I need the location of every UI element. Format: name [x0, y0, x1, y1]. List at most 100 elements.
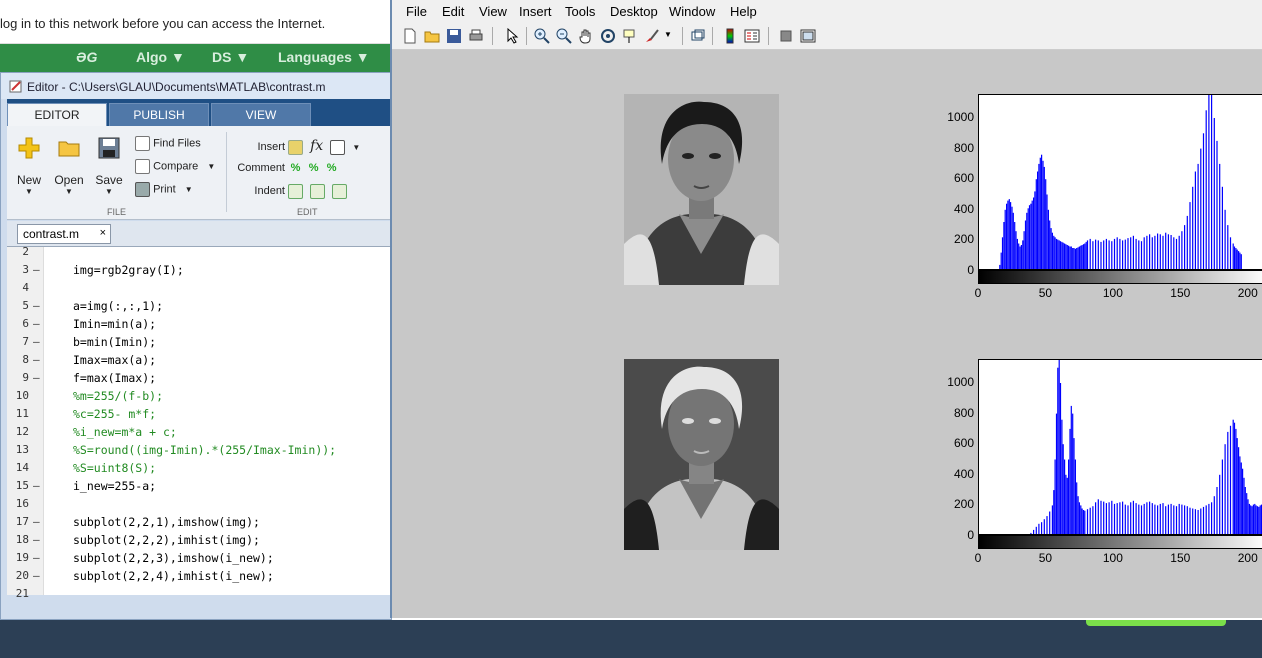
code-line[interactable]: subplot(2,2,3),imshow(i_new); — [73, 551, 274, 565]
histogram-bar — [1004, 209, 1006, 269]
zoom-out-icon[interactable] — [556, 28, 572, 44]
save-button[interactable]: Save ▼ — [89, 136, 129, 196]
code-comment-line[interactable]: %S=uint8(S); — [73, 461, 156, 475]
menu-desktop[interactable]: Desktop — [610, 4, 658, 19]
uncomment-icon[interactable]: % — [306, 161, 321, 176]
new-button[interactable]: New ▼ — [9, 136, 49, 196]
code-line[interactable]: i_new=255-a; — [73, 479, 156, 493]
zoom-in-icon[interactable] — [534, 28, 550, 44]
insert-fi-icon[interactable] — [330, 139, 346, 155]
comment-icon[interactable]: % — [288, 161, 303, 176]
link-icon[interactable] — [690, 28, 706, 44]
breakpoint-marker[interactable]: – — [33, 263, 40, 276]
increase-indent-icon[interactable] — [310, 184, 326, 199]
nav-item-ds[interactable]: DS ▼ — [212, 49, 249, 65]
breakpoint-marker[interactable]: – — [33, 371, 40, 384]
histogram-bar — [1100, 500, 1102, 534]
comment-button[interactable]: Comment % % % — [235, 161, 339, 176]
menu-view[interactable]: View — [479, 4, 507, 19]
insert-button[interactable]: Insert fx ▼ — [235, 138, 360, 155]
colorbar-icon[interactable] — [722, 28, 738, 44]
histogram-bar — [1219, 474, 1221, 534]
breakpoint-marker[interactable]: – — [33, 353, 40, 366]
new-figure-icon[interactable] — [402, 28, 418, 44]
breakpoint-marker[interactable]: – — [33, 479, 40, 492]
menu-file[interactable]: File — [406, 4, 427, 19]
code-comment-line[interactable]: %c=255- m*f; — [73, 407, 156, 421]
histogram-bar — [1213, 496, 1215, 534]
histogram-bar — [1068, 459, 1070, 534]
code-line[interactable]: Imin=min(a); — [73, 317, 156, 331]
brush-icon[interactable] — [644, 28, 660, 44]
legend-icon[interactable] — [744, 28, 760, 44]
breakpoint-marker[interactable]: – — [33, 335, 40, 348]
data-cursor-icon[interactable] — [622, 28, 638, 44]
code-line[interactable]: f=max(Imax); — [73, 371, 156, 385]
pointer-icon[interactable] — [504, 28, 520, 44]
histogram-bar — [1064, 459, 1066, 534]
breakpoint-marker[interactable]: – — [33, 299, 40, 312]
breakpoint-marker[interactable]: – — [33, 551, 40, 564]
histogram-bar — [1236, 438, 1238, 534]
site-logo[interactable]: ƏG — [76, 49, 97, 65]
rotate-icon[interactable] — [600, 28, 616, 44]
save-icon[interactable] — [446, 28, 462, 44]
network-login-notice[interactable]: log in to this network before you can ac… — [0, 16, 325, 31]
close-icon[interactable]: × — [100, 227, 106, 239]
document-tab-contrast[interactable]: contrast.m × — [17, 224, 111, 244]
histogram-bar — [1200, 508, 1202, 534]
show-plot-tools-icon[interactable] — [800, 28, 816, 44]
find-files-button[interactable]: Find Files — [135, 136, 201, 151]
breakpoint-marker[interactable]: – — [33, 317, 40, 330]
histogram-bar — [1116, 237, 1118, 269]
histogram-bar — [1127, 505, 1129, 534]
code-line[interactable]: subplot(2,2,2),imhist(img); — [73, 533, 260, 547]
insert-function-icon[interactable]: fx — [310, 138, 323, 154]
code-line[interactable]: subplot(2,2,1),imshow(img); — [73, 515, 260, 529]
smart-indent-icon[interactable] — [288, 184, 304, 199]
code-editor[interactable]: 2 3– img=rgb2gray(I); 4 5– a=img(:,:,1); 6– Imi… — [7, 245, 391, 600]
menu-insert[interactable]: Insert — [519, 4, 552, 19]
print-button[interactable]: Print ▼ — [135, 182, 193, 197]
code-line[interactable]: img=rgb2gray(I); — [73, 263, 184, 277]
menu-edit[interactable]: Edit — [442, 4, 464, 19]
chevron-down-icon[interactable]: ▼ — [664, 30, 672, 39]
histogram-bar — [1140, 241, 1143, 269]
breakpoint-marker[interactable]: – — [33, 533, 40, 546]
histogram-bar — [1066, 245, 1068, 269]
tab-publish[interactable]: PUBLISH — [109, 103, 209, 126]
y-tick-label: 1000 — [947, 109, 974, 124]
indent-button[interactable]: Indent — [235, 184, 348, 199]
histogram-bar — [1074, 459, 1076, 534]
chevron-down-icon[interactable]: ▼ — [352, 143, 360, 152]
code-comment-line[interactable]: %m=255/(f-b); — [73, 389, 163, 403]
code-line[interactable]: Imax=max(a); — [73, 353, 156, 367]
code-line[interactable]: a=img(:,:,1); — [73, 299, 163, 313]
breakpoint-marker[interactable]: – — [33, 515, 40, 528]
menu-help[interactable]: Help — [730, 4, 757, 19]
histogram-bar — [1181, 231, 1183, 269]
tab-view[interactable]: VIEW — [211, 103, 311, 126]
histogram-bar — [1065, 474, 1067, 534]
print-icon[interactable] — [468, 28, 484, 44]
menu-window[interactable]: Window — [669, 4, 715, 19]
taskbar-highlight — [1086, 620, 1226, 626]
code-line[interactable]: b=min(Imin); — [73, 335, 156, 349]
pan-icon[interactable] — [578, 28, 594, 44]
group-divider — [226, 132, 227, 212]
nav-item-algo[interactable]: Algo ▼ — [136, 49, 185, 65]
wrap-comment-icon[interactable]: % — [324, 161, 339, 176]
breakpoint-marker[interactable]: – — [33, 569, 40, 582]
menu-tools[interactable]: Tools — [565, 4, 595, 19]
histogram-bar — [1059, 383, 1062, 534]
open-button[interactable]: Open ▼ — [49, 136, 89, 196]
code-comment-line[interactable]: %S=round((img-Imin).*(255/Imax-Imin)); — [73, 443, 336, 457]
nav-item-languages[interactable]: Languages ▼ — [278, 49, 370, 65]
code-comment-line[interactable]: %i_new=m*a + c; — [73, 425, 177, 439]
compare-button[interactable]: Compare ▼ — [135, 159, 215, 174]
decrease-indent-icon[interactable] — [332, 184, 348, 199]
code-line[interactable]: subplot(2,2,4),imhist(i_new); — [73, 569, 274, 583]
hide-plot-tools-icon[interactable] — [778, 28, 794, 44]
open-icon[interactable] — [424, 28, 440, 44]
tab-editor[interactable]: EDITOR — [7, 103, 107, 126]
